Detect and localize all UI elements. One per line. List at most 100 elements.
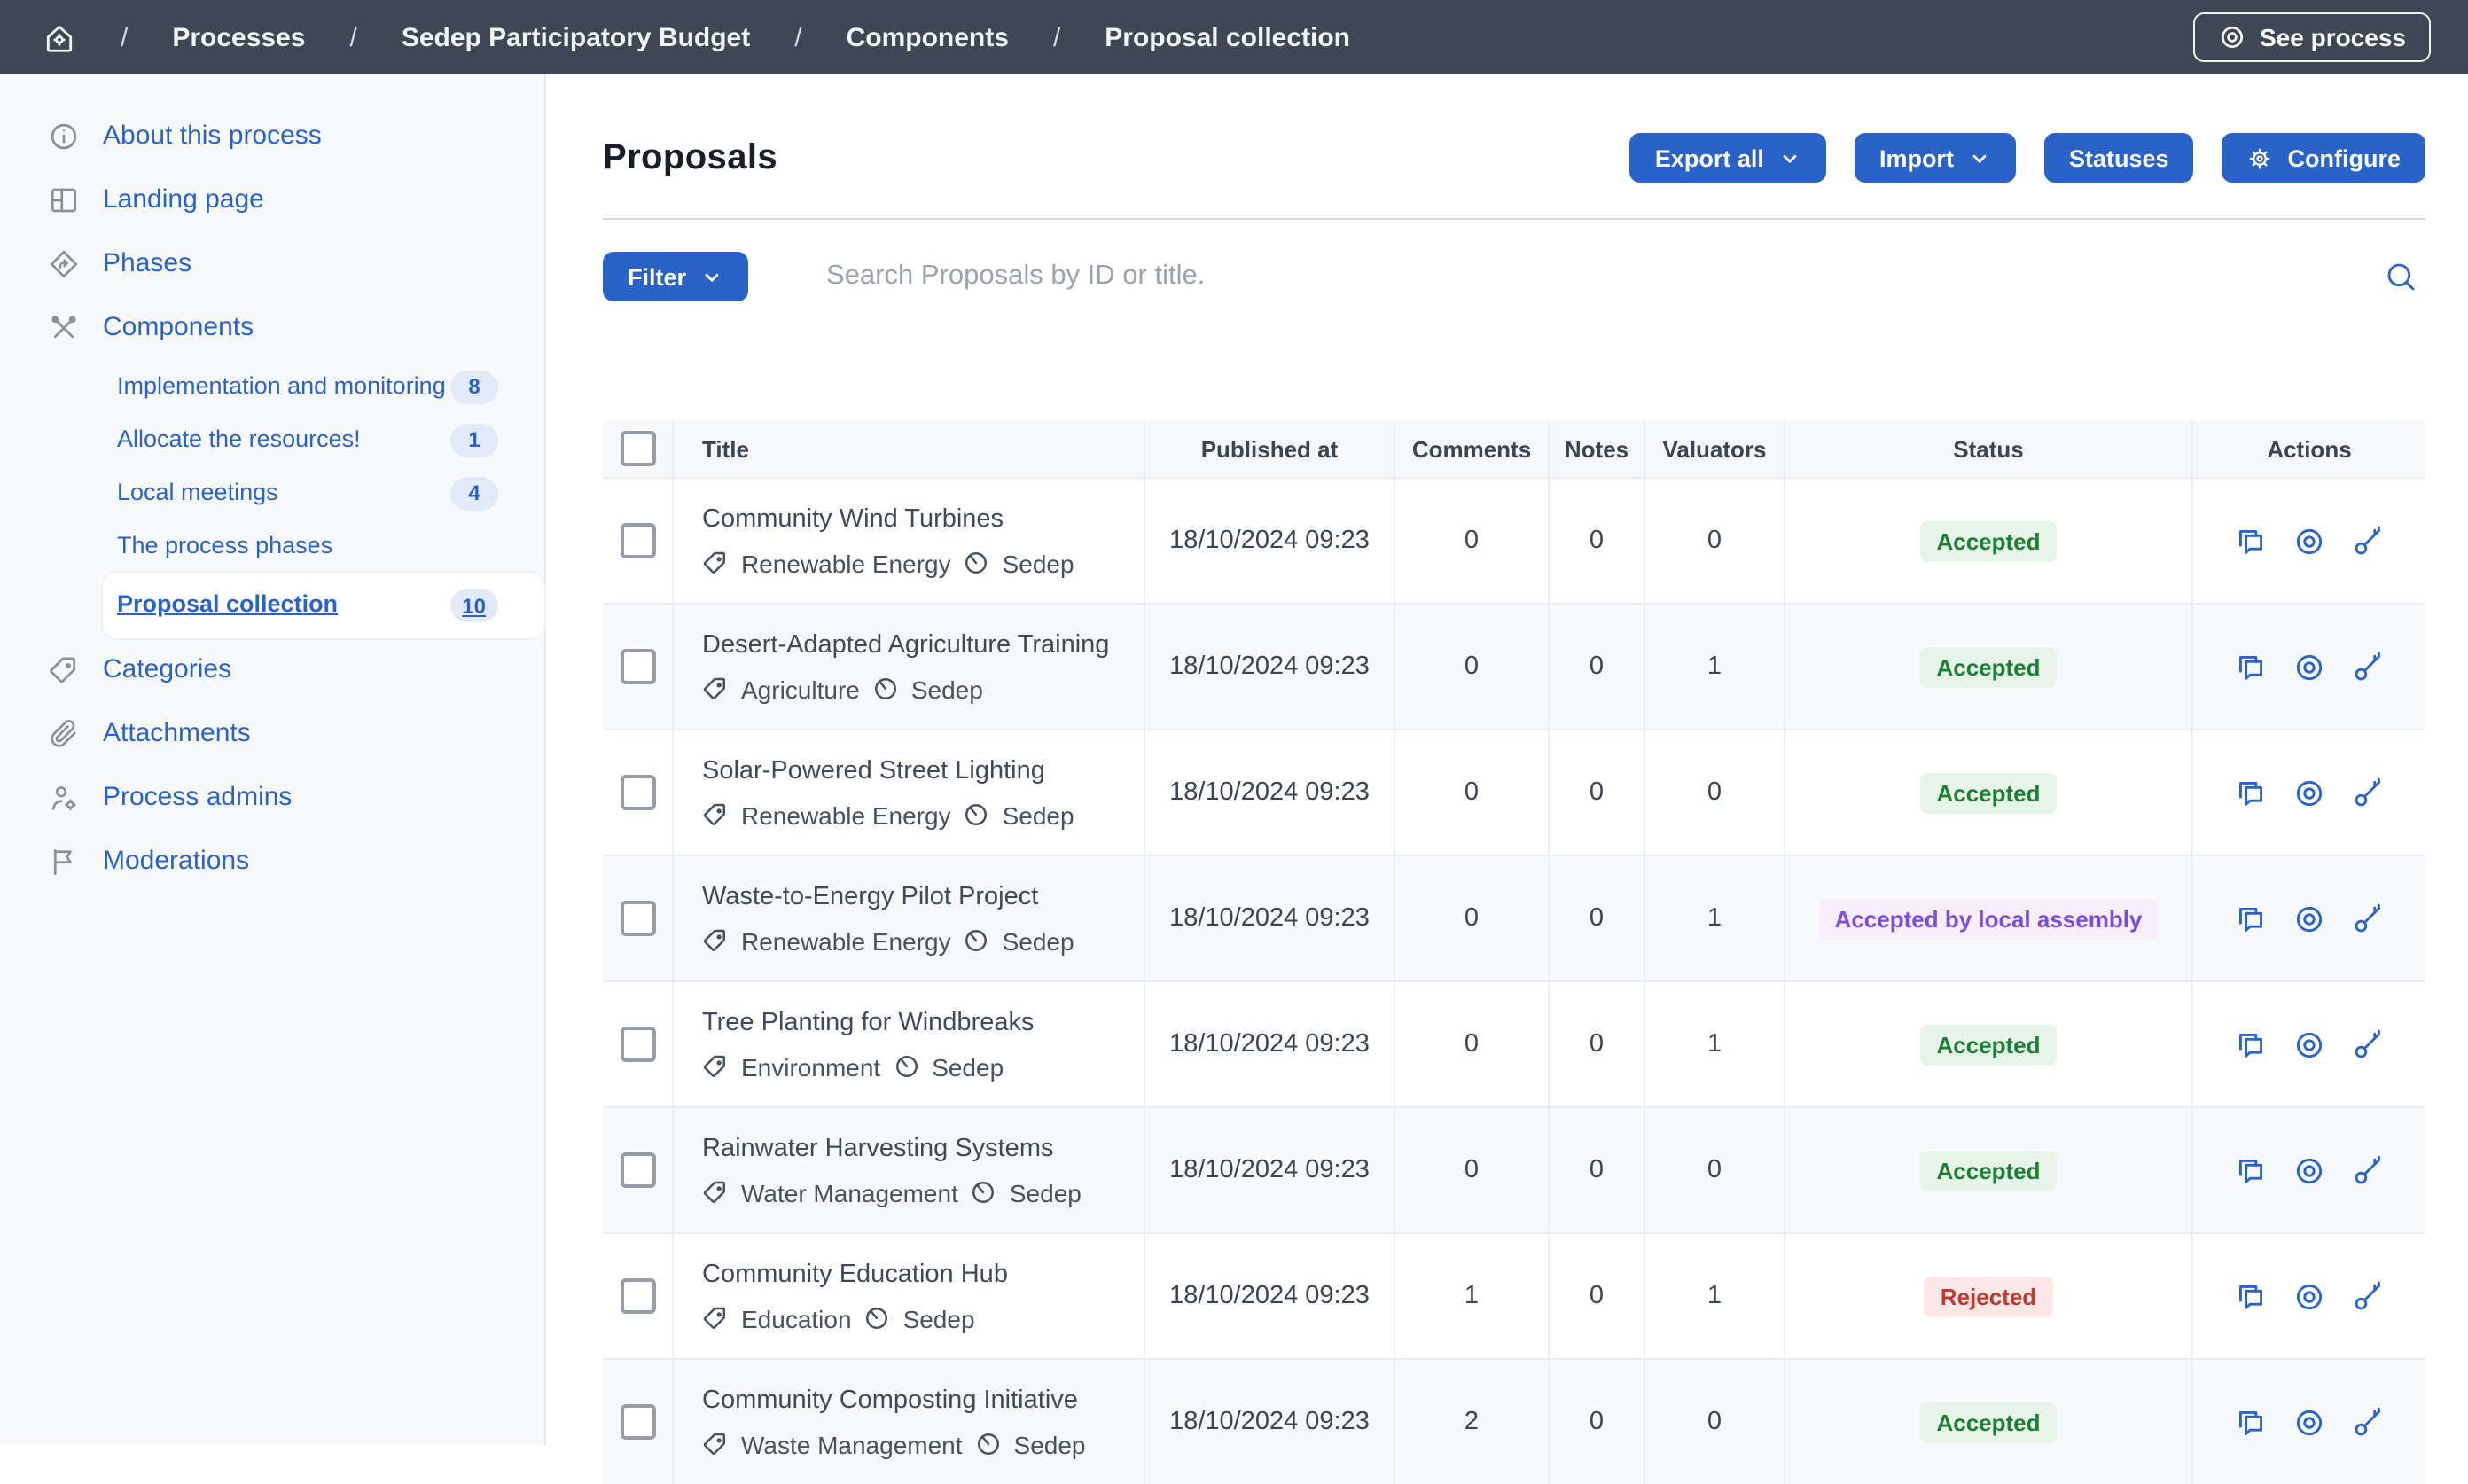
sidebar-item-categories[interactable]: Categories: [0, 638, 544, 702]
key-icon: [2351, 650, 2385, 683]
configure-button[interactable]: Configure: [2222, 133, 2426, 183]
scope-icon: [964, 550, 990, 576]
search-input[interactable]: [823, 259, 2383, 294]
process-sidebar: About this processLanding pagePhasesComp…: [0, 74, 546, 1445]
row-checkbox[interactable]: [620, 523, 655, 558]
answer-button[interactable]: [2234, 650, 2268, 683]
category-label: Renewable Energy: [741, 549, 951, 577]
home-icon[interactable]: [43, 20, 76, 54]
breadcrumb-item[interactable]: Proposal collection: [1105, 22, 1350, 52]
filter-button[interactable]: Filter: [603, 252, 748, 301]
answer-button[interactable]: [2234, 776, 2268, 809]
scope-icon: [975, 1431, 1002, 1457]
proposal-title[interactable]: Rainwater Harvesting Systems: [702, 1134, 1133, 1162]
row-checkbox[interactable]: [620, 649, 655, 684]
statuses-button[interactable]: Statuses: [2044, 133, 2194, 183]
sidebar-item-moderations[interactable]: Moderations: [0, 830, 544, 894]
sidebar-item-attachments[interactable]: Attachments: [0, 702, 544, 766]
proposal-title[interactable]: Community Education Hub: [702, 1260, 1133, 1288]
proposal-title[interactable]: Desert-Adapted Agriculture Training: [702, 630, 1133, 659]
row-checkbox[interactable]: [620, 775, 655, 810]
preview-button[interactable]: [2292, 1405, 2326, 1439]
sidebar-item-implementation-and-monitoring[interactable]: Implementation and monitoring8: [0, 360, 544, 413]
preview-button[interactable]: [2292, 524, 2326, 558]
proposal-title[interactable]: Community Composting Initiative: [702, 1386, 1133, 1414]
proposal-row: Community Education Hub Education Sedep …: [603, 1232, 2425, 1358]
permissions-button[interactable]: [2351, 902, 2385, 935]
permissions-button[interactable]: [2351, 776, 2385, 809]
sidebar-item-label: Process admins: [103, 784, 292, 813]
proposal-title[interactable]: Solar-Powered Street Lighting: [702, 756, 1133, 785]
answer-button[interactable]: [2234, 1279, 2268, 1313]
sidebar-item-landing-page[interactable]: Landing page: [0, 168, 544, 232]
preview-button[interactable]: [2292, 1279, 2326, 1313]
eye-icon: [2292, 1153, 2326, 1187]
permissions-button[interactable]: [2351, 1279, 2385, 1313]
row-checkbox[interactable]: [620, 1404, 655, 1440]
answer-button[interactable]: [2234, 1405, 2268, 1439]
breadcrumb-item[interactable]: Processes: [172, 22, 305, 52]
published-at: 18/10/2024 09:23: [1145, 1108, 1395, 1232]
import-button[interactable]: Import: [1855, 133, 2016, 183]
status-badge: Accepted: [1920, 1150, 2056, 1191]
chevron-down-icon: [700, 265, 723, 288]
answer-button[interactable]: [2234, 1153, 2268, 1187]
sidebar-item-allocate-the-resources-[interactable]: Allocate the resources!1: [0, 413, 544, 466]
sidebar-item-label: Categories: [103, 656, 231, 685]
row-checkbox[interactable]: [620, 901, 655, 936]
proposal-title[interactable]: Waste-to-Energy Pilot Project: [702, 882, 1133, 910]
user-gear-icon: [48, 782, 80, 814]
permissions-button[interactable]: [2351, 1027, 2385, 1061]
scope-label: Sedep: [911, 675, 983, 703]
row-checkbox[interactable]: [620, 1152, 655, 1188]
answer-button[interactable]: [2234, 902, 2268, 935]
actions-cell: [2193, 982, 2425, 1106]
actions-cell: [2193, 1360, 2425, 1484]
export-all-button[interactable]: Export all: [1630, 133, 1826, 183]
select-all-checkbox[interactable]: [620, 431, 655, 466]
permissions-button[interactable]: [2351, 1153, 2385, 1187]
actions-cell: [2193, 856, 2425, 980]
proposal-title[interactable]: Community Wind Turbines: [702, 504, 1133, 533]
breadcrumb: /Processes/Sedep Participatory Budget/Co…: [43, 20, 1350, 54]
see-process-button[interactable]: See process: [2192, 12, 2431, 62]
permissions-button[interactable]: [2351, 650, 2385, 683]
breadcrumb-item[interactable]: Sedep Participatory Budget: [402, 22, 750, 52]
sidebar-item-process-admins[interactable]: Process admins: [0, 766, 544, 830]
count-badge: 10: [449, 589, 498, 622]
preview-button[interactable]: [2292, 902, 2326, 935]
sidebar-item-components[interactable]: Components: [0, 296, 544, 360]
comments-count: 0: [1395, 605, 1550, 729]
tag-icon: [702, 676, 729, 702]
preview-button[interactable]: [2292, 776, 2326, 809]
scope-icon: [893, 1053, 919, 1080]
phases-icon: [48, 248, 80, 280]
phases-icon: [48, 248, 80, 280]
answer-button[interactable]: [2234, 1027, 2268, 1061]
preview-button[interactable]: [2292, 1027, 2326, 1061]
count-badge: 1: [450, 423, 498, 457]
scope-icon: [971, 1179, 997, 1206]
preview-button[interactable]: [2292, 650, 2326, 683]
breadcrumb-item[interactable]: Components: [847, 22, 1009, 52]
tag-icon: [702, 1431, 729, 1457]
preview-button[interactable]: [2292, 1153, 2326, 1187]
sidebar-item-the-process-phases[interactable]: The process phases: [0, 519, 544, 573]
search-icon[interactable]: [2383, 259, 2418, 294]
sidebar-item-proposal-collection[interactable]: Proposal collection10: [103, 573, 544, 638]
chat-icon: [2234, 1279, 2268, 1313]
sidebar-item-phases[interactable]: Phases: [0, 232, 544, 296]
row-checkbox[interactable]: [620, 1027, 655, 1062]
sidebar-item-local-meetings[interactable]: Local meetings4: [0, 466, 544, 519]
eye-icon: [2292, 1405, 2326, 1439]
published-at: 18/10/2024 09:23: [1145, 856, 1395, 980]
tag-icon: [702, 801, 729, 828]
comments-count: 0: [1395, 856, 1550, 980]
answer-button[interactable]: [2234, 524, 2268, 558]
row-checkbox[interactable]: [620, 1278, 655, 1314]
sidebar-item-label: Moderations: [103, 847, 249, 877]
proposal-title[interactable]: Tree Planting for Windbreaks: [702, 1008, 1133, 1036]
sidebar-item-about-this-process[interactable]: About this process: [0, 105, 544, 168]
permissions-button[interactable]: [2351, 524, 2385, 558]
permissions-button[interactable]: [2351, 1405, 2385, 1439]
